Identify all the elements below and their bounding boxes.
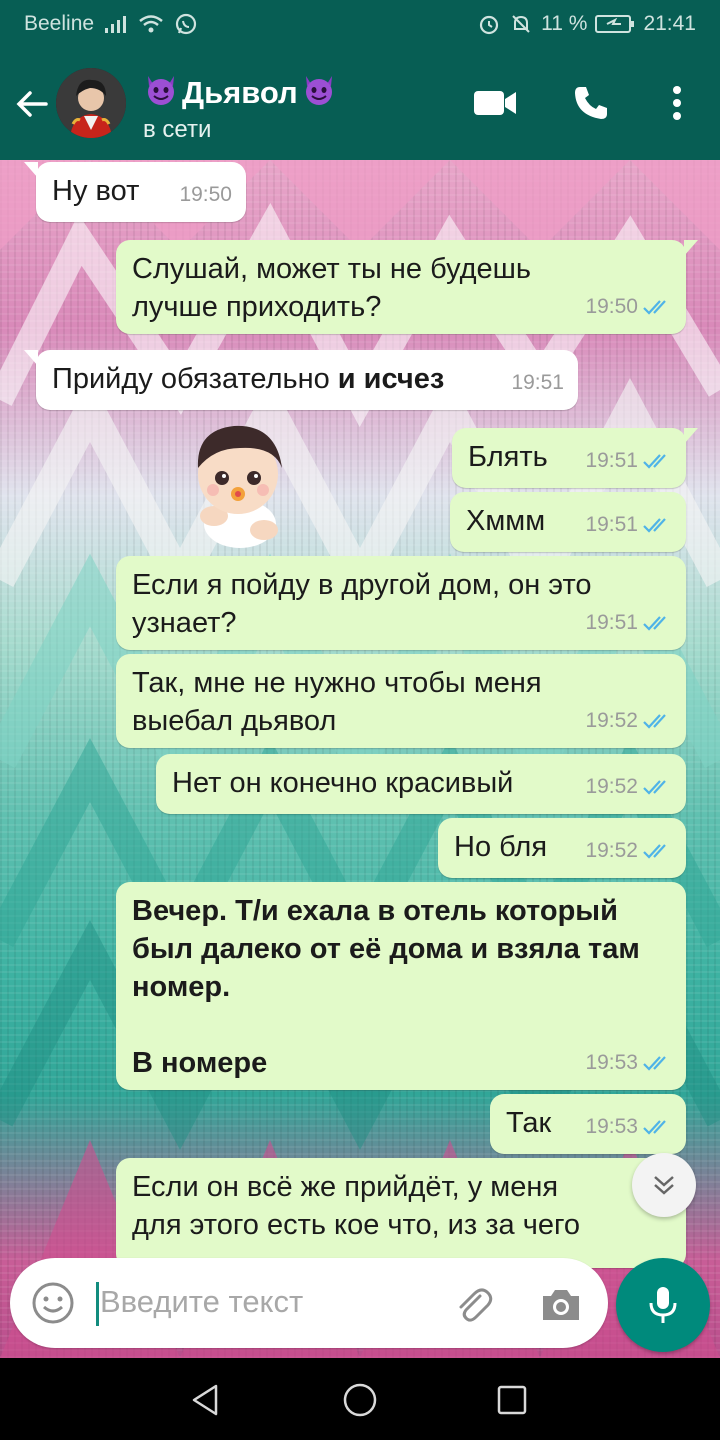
message-time: 19:51 — [585, 611, 638, 634]
read-ticks-icon — [643, 844, 666, 859]
emoji-button[interactable] — [30, 1280, 76, 1326]
signal-icon — [104, 14, 128, 34]
message-text: Но бля — [454, 831, 548, 863]
back-button[interactable] — [12, 84, 52, 124]
nav-back-icon — [192, 1384, 218, 1416]
message-text: Если я пойду в другой дом, он это узнает… — [132, 569, 592, 639]
message-bubble-outgoing[interactable]: Слушай, может ты не будешь лучше приходи… — [116, 240, 698, 334]
message-text: Ну вот — [52, 175, 140, 207]
system-nav-bar — [0, 1358, 720, 1440]
camera-icon — [543, 1290, 579, 1320]
more-options-button[interactable] — [652, 78, 702, 128]
devil-emoji-icon — [142, 70, 180, 116]
message-bubble-outgoing[interactable]: Но бля 19:52 — [438, 818, 686, 878]
message-time: 19:51 — [585, 513, 638, 536]
message-text: Прийду обязательно и исчез — [52, 363, 445, 395]
video-call-button[interactable] — [470, 78, 520, 128]
read-ticks-icon — [643, 780, 666, 795]
contact-name-text: Дьявол — [182, 75, 298, 110]
nav-recent-icon — [497, 1385, 527, 1415]
nav-recent-button[interactable] — [490, 1378, 534, 1422]
message-bubble-outgoing[interactable]: Так 19:53 — [490, 1094, 686, 1154]
read-ticks-icon — [643, 616, 666, 631]
read-ticks-icon — [643, 454, 666, 469]
video-call-icon — [474, 91, 516, 115]
scroll-to-bottom-button[interactable] — [632, 1153, 696, 1217]
back-arrow-icon — [16, 91, 48, 117]
message-bubble-outgoing[interactable]: Блять 19:51 — [452, 428, 698, 488]
message-text: Так — [506, 1107, 552, 1139]
message-time: 19:51 — [585, 449, 638, 472]
read-ticks-icon — [643, 300, 666, 315]
whatsapp-notification-icon — [174, 12, 198, 36]
message-text: Слушай, может ты не будешь лучше приходи… — [132, 253, 532, 323]
message-text: Нет он конечно красивый — [172, 767, 514, 799]
attach-icon — [459, 1288, 493, 1322]
voice-message-button[interactable] — [616, 1258, 710, 1352]
devil-emoji-icon — [300, 70, 338, 116]
message-time: 19:51 — [511, 371, 564, 394]
message-text: Блять — [468, 441, 548, 473]
sticker[interactable] — [178, 412, 298, 552]
message-time: 19:53 — [585, 1051, 638, 1074]
message-time: 19:53 — [585, 1115, 638, 1138]
message-input-placeholder: Введите текст — [100, 1284, 304, 1319]
alarm-icon — [477, 12, 501, 36]
more-vert-icon — [673, 86, 681, 120]
read-ticks-icon — [643, 518, 666, 533]
message-bubble-incoming[interactable]: Ну вот 19:50 — [24, 162, 246, 222]
nav-home-button[interactable] — [338, 1378, 382, 1422]
status-bar: Beeline 11 % 21:41 — [0, 0, 720, 48]
camera-button[interactable] — [538, 1282, 584, 1328]
chat-wallpaper[interactable]: Ну вот 19:50 Слушай, может ты не будешь … — [0, 160, 720, 1358]
nav-back-button[interactable] — [184, 1378, 228, 1422]
text-cursor — [96, 1282, 99, 1326]
double-chevron-down-icon — [654, 1176, 674, 1195]
message-time: 19:52 — [585, 775, 638, 798]
mute-bell-icon — [509, 12, 533, 36]
read-ticks-icon — [643, 1056, 666, 1071]
read-ticks-icon — [643, 1120, 666, 1135]
contact-status: в сети — [143, 116, 212, 143]
message-text: Если он всё же прийдёт, у меня для этого… — [132, 1171, 581, 1241]
voice-call-button[interactable] — [566, 78, 616, 128]
message-bubble-incoming[interactable]: Прийду обязательно и исчез 19:51 — [24, 350, 578, 410]
message-input[interactable]: Введите текст — [10, 1258, 608, 1348]
battery-percent: 11 % — [541, 12, 588, 35]
message-bubble-outgoing[interactable]: Если я пойду в другой дом, он это узнает… — [116, 556, 686, 650]
message-bubble-outgoing[interactable]: Так, мне не нужно чтобы меня выебал дьяв… — [116, 654, 686, 748]
message-text: Хммм — [466, 505, 546, 537]
message-time: 19:50 — [585, 295, 638, 318]
avatar[interactable] — [56, 68, 126, 138]
message-bubble-outgoing[interactable]: Вечер. Т/и ехала в отель который был дал… — [116, 882, 686, 1090]
contact-name[interactable]: Дьявол — [142, 70, 338, 116]
message-composer: Введите текст — [0, 1248, 720, 1358]
message-bubble-outgoing[interactable]: Нет он конечно красивый 19:52 — [156, 754, 686, 814]
chat-header: Дьявол в сети — [0, 48, 720, 160]
nav-home-icon — [343, 1383, 377, 1417]
message-time: 19:50 — [179, 183, 232, 206]
message-time: 19:52 — [585, 839, 638, 862]
message-text: Так, мне не нужно чтобы меня выебал дьяв… — [132, 667, 542, 737]
carrier-label: Beeline — [24, 12, 95, 35]
message-bubble-outgoing[interactable]: Хммм 19:51 — [450, 492, 686, 552]
battery-charging-icon — [595, 13, 635, 35]
message-time: 19:52 — [585, 709, 638, 732]
baby-sticker-icon — [197, 425, 282, 548]
attach-button[interactable] — [450, 1282, 496, 1328]
message-text: Вечер. Т/и ехала в отель который был дал… — [132, 895, 640, 1079]
emoji-icon — [32, 1282, 74, 1324]
phone-icon — [575, 87, 607, 119]
wifi-icon — [138, 14, 164, 34]
mic-icon — [649, 1287, 677, 1323]
read-ticks-icon — [643, 714, 666, 729]
clock: 21:41 — [643, 12, 696, 35]
